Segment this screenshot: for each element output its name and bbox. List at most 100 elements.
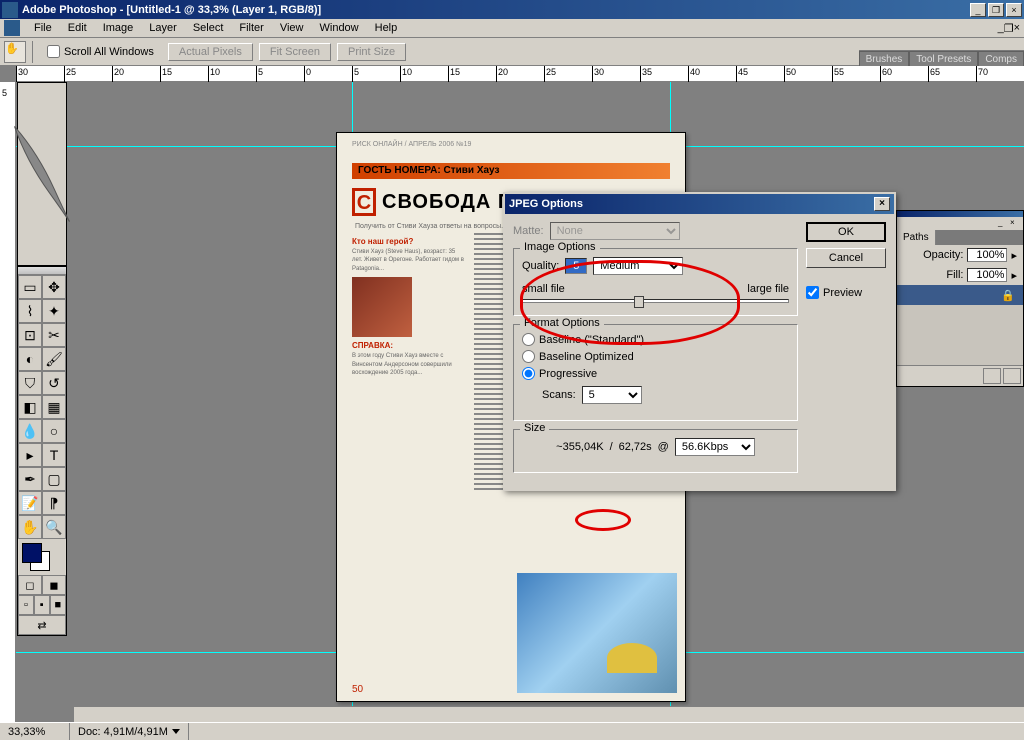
scans-select[interactable]: 5	[582, 386, 642, 404]
dodge-tool[interactable]: ○	[42, 419, 66, 443]
close-button[interactable]: ×	[1006, 3, 1022, 17]
screen-mode-full-menubar[interactable]: ▪	[34, 595, 50, 615]
doc-mountain-image	[517, 573, 677, 693]
screen-mode-full[interactable]: ■	[50, 595, 66, 615]
magic-wand-tool[interactable]: ✦	[42, 299, 66, 323]
menu-select[interactable]: Select	[185, 20, 232, 36]
menu-layer[interactable]: Layer	[141, 20, 185, 36]
quality-input[interactable]	[565, 258, 587, 274]
panel-close-button[interactable]: ×	[1010, 218, 1022, 229]
menu-edit[interactable]: Edit	[60, 20, 95, 36]
standard-mode-button[interactable]: ◻	[18, 575, 42, 595]
slice-tool[interactable]: ✂	[42, 323, 66, 347]
panel-minimize-button[interactable]: _	[998, 218, 1010, 229]
menubar: File Edit Image Layer Select Filter View…	[0, 19, 1024, 38]
menu-window[interactable]: Window	[312, 20, 367, 36]
doc-portrait-image	[352, 277, 412, 337]
move-tool[interactable]: ✥	[42, 275, 66, 299]
status-bar: 33,33% Doc: 4,91M/4,91M	[0, 722, 1024, 740]
layer-row[interactable]: 🔒	[897, 285, 1023, 305]
fill-field[interactable]: 100%	[967, 268, 1007, 282]
menu-file[interactable]: File	[26, 20, 60, 36]
print-size-button[interactable]: Print Size	[337, 43, 406, 61]
maximize-button[interactable]: ❐	[988, 3, 1004, 17]
app-icon	[2, 2, 18, 18]
new-layer-button[interactable]	[983, 368, 1001, 384]
size-time: 62,72s	[619, 441, 652, 453]
foreground-color-swatch[interactable]	[22, 543, 42, 563]
horizontal-ruler[interactable]: 302520151050510152025303540455055606570	[16, 66, 1024, 82]
matte-select: None	[550, 222, 680, 240]
baseline-standard-radio[interactable]: Baseline ("Standard")	[522, 333, 789, 346]
ok-button[interactable]: OK	[806, 222, 886, 242]
layers-list-empty	[897, 305, 1023, 365]
scroll-all-windows-checkbox[interactable]: Scroll All Windows	[47, 45, 154, 58]
tool-preset-panel[interactable]	[17, 82, 67, 266]
minimize-button[interactable]: _	[970, 3, 986, 17]
doc-close-button[interactable]: ×	[1014, 22, 1020, 34]
menu-help[interactable]: Help	[367, 20, 406, 36]
color-swatches[interactable]	[18, 539, 66, 575]
layers-panel: _× Paths Opacity:100%▸ Fill:100%▸ 🔒	[896, 210, 1024, 387]
cancel-button[interactable]: Cancel	[806, 248, 886, 268]
healing-brush-tool[interactable]: ◐	[18, 347, 42, 371]
zoom-tool[interactable]: 🔍	[42, 515, 66, 539]
zoom-level[interactable]: 33,33%	[0, 723, 70, 740]
fit-screen-button[interactable]: Fit Screen	[259, 43, 331, 61]
brush-tool[interactable]: 🖌	[42, 347, 66, 371]
vertical-ruler[interactable]: 5	[0, 82, 16, 722]
crop-tool[interactable]: ⊡	[18, 323, 42, 347]
window-title: Adobe Photoshop - [Untitled-1 @ 33,3% (L…	[22, 4, 970, 16]
delete-layer-button[interactable]	[1003, 368, 1021, 384]
format-options-group: Format Options Baseline ("Standard") Bas…	[513, 324, 798, 421]
eyedropper-tool[interactable]: ⁋	[42, 491, 66, 515]
image-options-group: Image Options Quality: Medium small file…	[513, 248, 798, 316]
actual-pixels-button[interactable]: Actual Pixels	[168, 43, 253, 61]
doc-size-status[interactable]: Doc: 4,91M/4,91M	[70, 723, 189, 740]
preview-checkbox[interactable]: Preview	[806, 286, 886, 299]
hand-tool-icon[interactable]: ✋	[4, 41, 26, 63]
brushes-tab[interactable]: Brushes	[859, 51, 910, 68]
blur-tool[interactable]: 💧	[18, 419, 42, 443]
menu-view[interactable]: View	[272, 20, 312, 36]
tool-presets-tab[interactable]: Tool Presets	[909, 51, 978, 68]
type-tool[interactable]: T	[42, 443, 66, 467]
layer-comps-tab[interactable]: Comps	[978, 51, 1024, 68]
horizontal-scrollbar[interactable]	[74, 706, 1024, 722]
baseline-optimized-radio[interactable]: Baseline Optimized	[522, 350, 789, 363]
hand-tool[interactable]: ✋	[18, 515, 42, 539]
palette-grip[interactable]	[18, 267, 66, 275]
quality-slider[interactable]	[522, 299, 789, 303]
gradient-tool[interactable]: ▦	[42, 395, 66, 419]
slider-thumb[interactable]	[634, 296, 644, 308]
menu-filter[interactable]: Filter	[231, 20, 271, 36]
screen-mode-standard[interactable]: ▫	[18, 595, 34, 615]
eraser-tool[interactable]: ◧	[18, 395, 42, 419]
baud-rate-select[interactable]: 56.6Kbps	[675, 438, 755, 456]
quickmask-mode-button[interactable]: ◼	[42, 575, 66, 595]
progressive-radio[interactable]: Progressive	[522, 367, 789, 380]
menu-image[interactable]: Image	[95, 20, 142, 36]
pen-tool[interactable]: ✒	[18, 467, 42, 491]
paths-tab[interactable]: Paths	[897, 230, 936, 245]
photoshop-icon	[4, 20, 20, 36]
quality-preset-select[interactable]: Medium	[593, 257, 683, 275]
opacity-field[interactable]: 100%	[967, 248, 1007, 262]
history-brush-tool[interactable]: ↺	[42, 371, 66, 395]
lasso-tool[interactable]: ⌇	[18, 299, 42, 323]
notes-tool[interactable]: 📝	[18, 491, 42, 515]
jpeg-options-dialog: JPEG Options × Matte: None Image Options…	[503, 192, 896, 491]
doc-header-strip: ГОСТЬ НОМЕРА: Стиви Хауз	[352, 163, 670, 179]
clone-stamp-tool[interactable]: ⛉	[18, 371, 42, 395]
jump-to-imageready-button[interactable]: ⇄	[18, 615, 66, 635]
size-estimate: ~355,04K	[556, 441, 603, 453]
doc-restore-button[interactable]: ❐	[1004, 22, 1014, 35]
size-group: Size ~355,04K / 62,72s @ 56.6Kbps	[513, 429, 798, 473]
path-selection-tool[interactable]: ▸	[18, 443, 42, 467]
lock-icon: 🔒	[1001, 289, 1015, 302]
marquee-tool[interactable]: ▭	[18, 275, 42, 299]
scans-label: Scans:	[542, 389, 576, 401]
shape-tool[interactable]: ▢	[42, 467, 66, 491]
dialog-close-button[interactable]: ×	[874, 197, 890, 211]
matte-label: Matte:	[513, 225, 544, 237]
